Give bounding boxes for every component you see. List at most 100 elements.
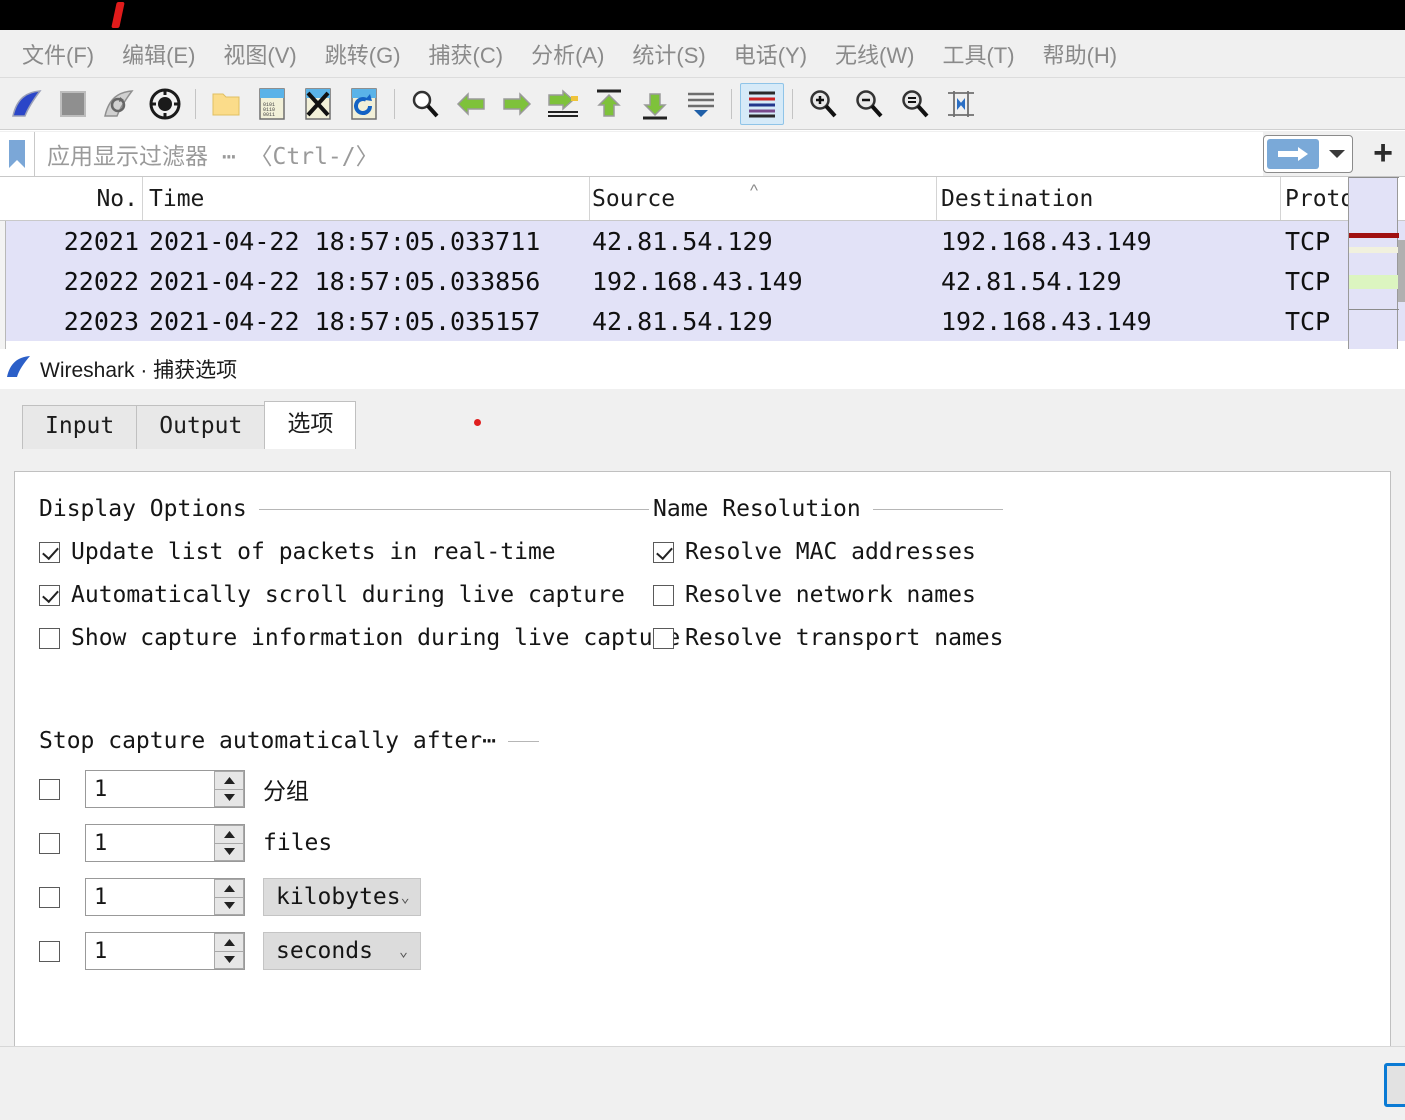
spinner-up-icon[interactable] [214, 825, 244, 844]
resize-columns-icon[interactable] [939, 83, 983, 125]
size-spinbox[interactable]: 1 [85, 878, 245, 916]
tab-output[interactable]: Output [136, 405, 266, 449]
menu-view[interactable]: 视图(V) [209, 36, 310, 72]
cell-destination: 192.168.43.149 [941, 306, 1152, 336]
reload-file-icon[interactable] [342, 83, 386, 125]
duration-unit-select[interactable]: seconds ⌄ [263, 932, 421, 970]
spinner-up-icon[interactable] [214, 933, 244, 952]
menu-tools[interactable]: 工具(T) [928, 36, 1028, 72]
spinner-down-icon[interactable] [214, 843, 244, 861]
zoom-out-icon[interactable] [847, 83, 891, 125]
restart-capture-icon[interactable] [97, 83, 141, 125]
menu-telephony[interactable]: 电话(Y) [720, 36, 821, 72]
menu-statistics[interactable]: 统计(S) [618, 36, 719, 72]
dialog-title-bar: Wireshark · 捕获选项 [0, 349, 1405, 389]
checkbox-box[interactable] [653, 584, 674, 606]
checkbox-show-capture-info[interactable]: Show capture information during live cap… [39, 625, 680, 651]
vertical-scrollbar-thumb[interactable] [1398, 240, 1405, 302]
column-no[interactable]: No. [0, 177, 143, 220]
wireshark-fin-icon [6, 355, 32, 384]
menu-capture[interactable]: 捕获(C) [415, 36, 518, 72]
checkbox-label: Show capture information during live cap… [71, 625, 681, 651]
auto-scroll-icon[interactable] [679, 83, 723, 125]
spinner-down-icon[interactable] [214, 897, 244, 915]
zoom-in-icon[interactable] [801, 83, 845, 125]
close-file-icon[interactable] [296, 83, 340, 125]
spinner-up-icon[interactable] [214, 771, 244, 790]
zoom-reset-icon[interactable] [893, 83, 937, 125]
tab-options[interactable]: 选项 [264, 401, 357, 449]
go-to-packet-icon[interactable] [541, 83, 585, 125]
menu-help[interactable]: 帮助(H) [1029, 36, 1132, 72]
checkbox-box[interactable] [39, 940, 60, 962]
add-filter-button[interactable]: + [1361, 131, 1405, 176]
checkbox-auto-scroll[interactable]: Automatically scroll during live capture [39, 582, 649, 608]
spinner-down-icon[interactable] [214, 789, 244, 807]
minimap-marker-green [1349, 275, 1399, 289]
menu-go[interactable]: 跳转(G) [311, 36, 415, 72]
menu-file[interactable]: 文件(F) [8, 36, 108, 72]
open-file-icon[interactable] [204, 83, 248, 125]
menu-wireless[interactable]: 无线(W) [821, 36, 928, 72]
checkbox-resolve-network[interactable]: Resolve network names [653, 582, 1003, 608]
table-row[interactable]: 22023 2021-04-22 18:57:05.035157 42.81.5… [0, 301, 1405, 341]
tab-input[interactable]: Input [22, 405, 138, 449]
checkbox-box[interactable] [39, 832, 60, 854]
stop-after-size: 1 kilobytes ⌄ [39, 878, 539, 916]
minimap-divider [1349, 177, 1399, 178]
start-capture-icon[interactable] [5, 83, 49, 125]
checkbox-box[interactable] [39, 584, 60, 606]
menu-bar: 文件(F) 编辑(E) 视图(V) 跳转(G) 捕获(C) 分析(A) 统计(S… [0, 30, 1405, 78]
stop-after-files: 1 files [39, 824, 539, 862]
checkbox-resolve-transport[interactable]: Resolve transport names [653, 625, 1004, 651]
stop-after-packets: 1 分组 [39, 770, 539, 808]
find-packet-icon[interactable] [403, 83, 447, 125]
files-spinbox[interactable]: 1 [85, 824, 245, 862]
chevron-down-icon[interactable] [1322, 139, 1352, 169]
duration-spinbox[interactable]: 1 [85, 932, 245, 970]
display-options-title: Display Options [39, 496, 649, 522]
checkbox-box[interactable] [39, 627, 60, 649]
spinbox-value: 1 [94, 938, 108, 964]
save-file-icon[interactable]: 0101 0110 0011 [250, 83, 294, 125]
checkbox-box[interactable] [39, 886, 60, 908]
spinner-down-icon[interactable] [214, 951, 244, 969]
go-to-first-packet-icon[interactable] [587, 83, 631, 125]
spinner-up-icon[interactable] [214, 879, 244, 898]
spinbox-value: 1 [94, 884, 108, 910]
capture-options-icon[interactable] [143, 83, 187, 125]
packet-list: No. Time Source Destination Proto ^ 2202… [0, 177, 1405, 349]
size-unit-select[interactable]: kilobytes ⌄ [263, 878, 421, 916]
checkbox-resolve-mac[interactable]: Resolve MAC addresses [653, 539, 1003, 565]
column-protocol[interactable]: Proto [1281, 177, 1351, 220]
name-resolution-title: Name Resolution [653, 496, 1003, 522]
go-to-last-packet-icon[interactable] [633, 83, 677, 125]
stop-capture-icon[interactable] [51, 83, 95, 125]
group-divider [872, 508, 1003, 510]
column-destination[interactable]: Destination [937, 177, 1281, 220]
cell-source: 42.81.54.129 [592, 306, 773, 336]
display-filter-input[interactable]: 应用显示过滤器 ⋯ 〈Ctrl-/〉 [34, 131, 1263, 176]
checkbox-box[interactable] [653, 627, 674, 649]
checkbox-box[interactable] [39, 541, 60, 563]
menu-analyze[interactable]: 分析(A) [517, 36, 618, 72]
colorize-packets-icon[interactable] [740, 82, 784, 125]
intelligent-scrollbar-minimap[interactable] [1348, 177, 1399, 349]
checkbox-box[interactable] [653, 541, 674, 563]
menu-edit[interactable]: 编辑(E) [108, 36, 209, 72]
column-time[interactable]: Time [143, 177, 590, 220]
packets-spinbox[interactable]: 1 [85, 770, 245, 808]
column-source[interactable]: Source [590, 177, 937, 220]
toolbar-separator [792, 88, 793, 119]
arrow-right-icon[interactable] [1267, 138, 1319, 169]
main-toolbar: 0101 0110 0011 [0, 78, 1405, 130]
duration-unit-value: seconds [276, 938, 373, 964]
checkbox-update-list-realtime[interactable]: Update list of packets in real-time [39, 539, 649, 565]
dialog-focused-button[interactable] [1384, 1063, 1405, 1107]
go-forward-icon[interactable] [495, 83, 539, 125]
table-row[interactable]: 22021 2021-04-22 18:57:05.033711 42.81.5… [0, 221, 1405, 261]
checkbox-box[interactable] [39, 778, 60, 800]
go-back-icon[interactable] [449, 83, 493, 125]
table-row[interactable]: 22022 2021-04-22 18:57:05.033856 192.168… [0, 261, 1405, 301]
bookmark-icon[interactable] [0, 131, 34, 176]
